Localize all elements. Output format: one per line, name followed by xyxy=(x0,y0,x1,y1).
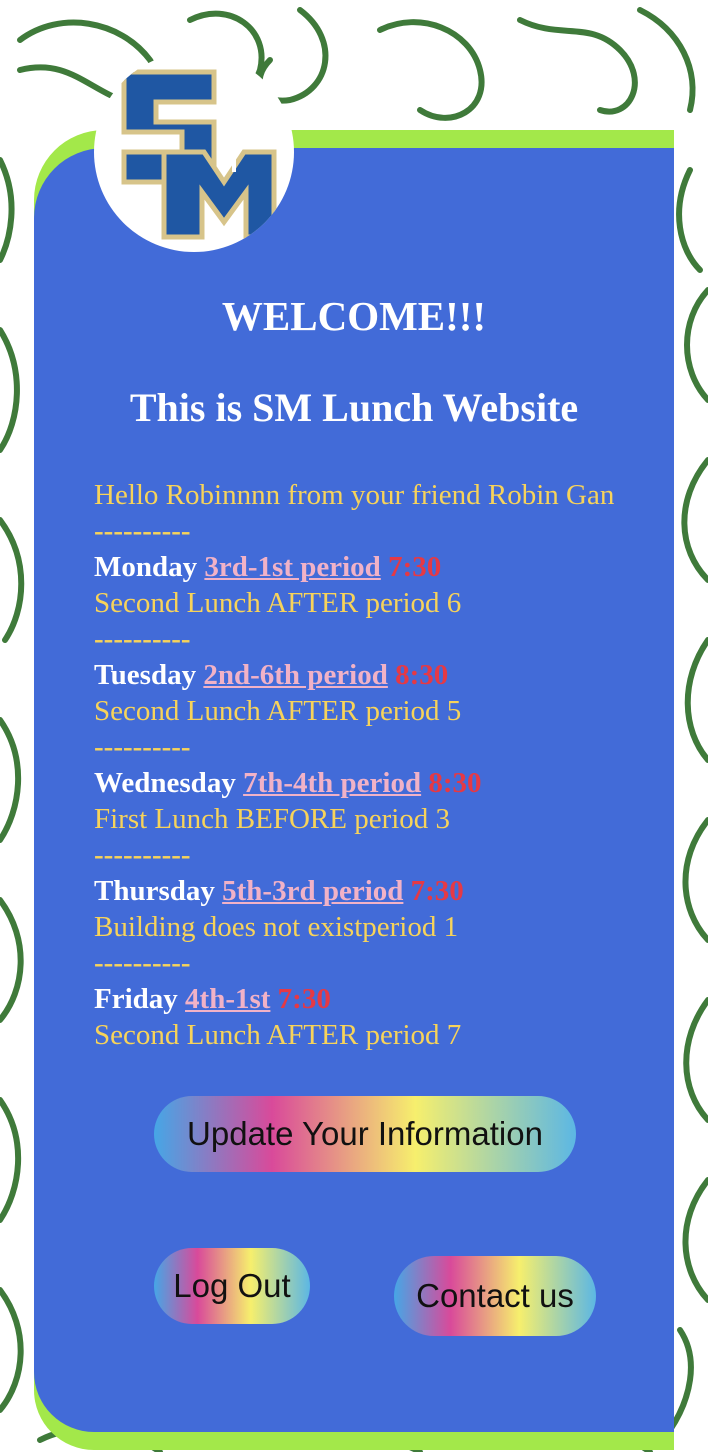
separator: ---------- xyxy=(94,623,191,655)
sm-logo-icon xyxy=(121,69,277,240)
site-title: This is SM Lunch Website xyxy=(129,385,579,430)
log-out-button[interactable]: Log Out xyxy=(154,1248,310,1324)
lunch-info: Second Lunch AFTER period 6 xyxy=(94,587,462,619)
welcome-heading: WELCOME!!! xyxy=(221,293,487,339)
start-time: 7:30 xyxy=(388,551,442,583)
separator: ---------- xyxy=(94,839,191,871)
separator: ---------- xyxy=(94,731,191,763)
lunch-info: Second Lunch AFTER period 5 xyxy=(94,695,462,727)
separator: ---------- xyxy=(94,515,191,547)
schedule-day-tuesday: Tuesday 2nd-6th period 8:30 xyxy=(94,657,634,693)
period-link[interactable]: 5th-3rd period xyxy=(222,875,403,907)
update-information-button[interactable]: Update Your Information xyxy=(154,1096,576,1172)
day-label: Monday xyxy=(94,551,198,583)
period-link[interactable]: 2nd-6th period xyxy=(203,659,388,691)
period-link[interactable]: 4th-1st xyxy=(185,983,270,1015)
period-link[interactable]: 7th-4th period xyxy=(243,767,421,799)
schedule-content: Hello Robinnnn from your friend Robin Ga… xyxy=(94,477,634,1053)
start-time: 7:30 xyxy=(277,983,331,1015)
schedule-day-monday: Monday 3rd-1st period 7:30 xyxy=(94,549,634,585)
greeting-text: Hello Robinnnn from your friend Robin Ga… xyxy=(94,479,615,511)
lunch-info: First Lunch BEFORE period 3 xyxy=(94,803,451,835)
separator: ---------- xyxy=(94,947,191,979)
lunch-info: Second Lunch AFTER period 7 xyxy=(94,1019,462,1051)
school-logo xyxy=(94,52,294,252)
schedule-day-friday: Friday 4th-1st 7:30 xyxy=(94,981,634,1017)
day-label: Thursday xyxy=(94,875,215,907)
contact-us-button[interactable]: Contact us xyxy=(394,1256,596,1336)
start-time: 8:30 xyxy=(395,659,449,691)
period-link[interactable]: 3rd-1st period xyxy=(204,551,380,583)
schedule-day-wednesday: Wednesday 7th-4th period 8:30 xyxy=(94,765,634,801)
day-label: Wednesday xyxy=(94,767,236,799)
day-label: Tuesday xyxy=(94,659,197,691)
day-label: Friday xyxy=(94,983,178,1015)
start-time: 7:30 xyxy=(410,875,464,907)
lunch-info: Building does not existperiod 1 xyxy=(94,911,459,943)
schedule-day-thursday: Thursday 5th-3rd period 7:30 xyxy=(94,873,634,909)
start-time: 8:30 xyxy=(428,767,482,799)
